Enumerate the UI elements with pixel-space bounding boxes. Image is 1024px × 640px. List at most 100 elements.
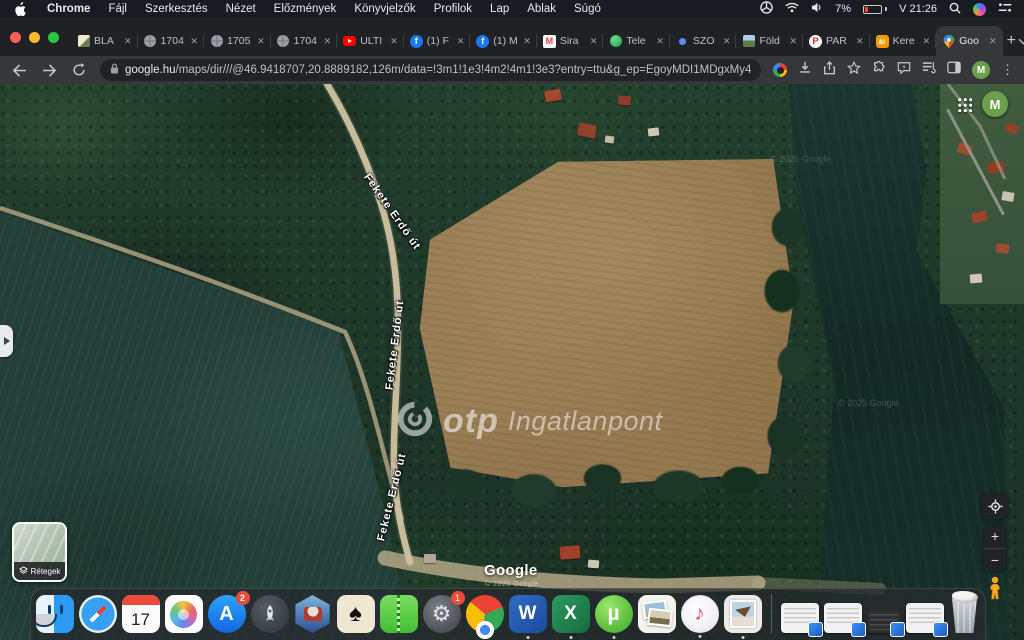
menu-fajl[interactable]: Fájl xyxy=(99,3,136,15)
menu-nezet[interactable]: Nézet xyxy=(217,3,265,15)
side-panel-icon[interactable] xyxy=(947,61,961,79)
menubar-clock[interactable]: V 21:26 xyxy=(899,3,937,15)
minimized-window-2[interactable] xyxy=(824,603,862,633)
extension-chat-icon[interactable] xyxy=(897,61,911,80)
forward-button[interactable] xyxy=(40,61,58,79)
dock-word-icon[interactable]: W xyxy=(509,595,547,633)
tab-gmail[interactable]: M Sira ✕ xyxy=(537,26,604,56)
minimized-window-3[interactable] xyxy=(867,609,901,633)
dock-launchpad-icon[interactable] xyxy=(251,595,289,633)
pegman-icon[interactable] xyxy=(986,576,1004,602)
dock-photos-icon[interactable] xyxy=(165,595,203,633)
tab-facebook-2[interactable]: f (1) M ✕ xyxy=(470,26,537,56)
tab-close-icon[interactable]: ✕ xyxy=(590,37,598,46)
google-apps-grid-icon[interactable] xyxy=(957,97,972,112)
menu-konyvjelzok[interactable]: Könyvjelzők xyxy=(345,3,424,15)
menu-lap[interactable]: Lap xyxy=(481,3,518,15)
dock-calendar-icon[interactable]: 17 xyxy=(122,595,160,633)
address-bar[interactable]: google.hu/maps/dir///@46.9418707,20.8889… xyxy=(100,59,761,81)
spotlight-icon[interactable] xyxy=(949,2,961,17)
tab-fold[interactable]: Föld ✕ xyxy=(736,26,803,56)
tab-facebook-1[interactable]: f (1) F ✕ xyxy=(404,26,471,56)
dock-trash-icon[interactable] xyxy=(949,593,981,633)
trash-paper-art xyxy=(952,591,978,603)
menu-sugo[interactable]: Súgó xyxy=(565,3,610,15)
dock-finder-icon[interactable] xyxy=(36,595,74,633)
control-center-icon[interactable] xyxy=(998,2,1012,16)
dock-excel-icon[interactable]: X xyxy=(552,595,590,633)
tab-search-chevron-icon[interactable] xyxy=(1018,26,1024,56)
layers-button[interactable]: Rétegek xyxy=(12,522,67,582)
tab-szo[interactable]: SZO ✕ xyxy=(670,26,737,56)
map-canvas[interactable]: Fekete Erdő út Fekete Erdő út Fekete Erd… xyxy=(0,84,1024,640)
tab-close-icon[interactable]: ✕ xyxy=(989,37,997,46)
google-account-avatar[interactable]: M xyxy=(982,91,1008,117)
fullscreen-window-button[interactable] xyxy=(48,32,59,43)
menu-profilok[interactable]: Profilok xyxy=(425,3,481,15)
minimize-window-button[interactable] xyxy=(29,32,40,43)
dock-preview-icon[interactable] xyxy=(638,595,676,633)
apple-menu-icon[interactable] xyxy=(14,2,26,16)
dock-spades-game-icon[interactable]: ♠ xyxy=(337,595,375,633)
chrome-menu-icon[interactable]: ⋮ xyxy=(1001,62,1014,78)
zoom-out-button[interactable]: − xyxy=(984,549,1006,572)
minimized-window-4[interactable] xyxy=(906,603,944,633)
back-button[interactable] xyxy=(10,61,28,79)
google-g-icon[interactable] xyxy=(773,63,787,77)
minimized-window-1[interactable] xyxy=(781,603,819,633)
menu-szerkesztes[interactable]: Szerkesztés xyxy=(136,3,217,15)
volume-icon[interactable] xyxy=(811,2,823,16)
tab-close-icon[interactable]: ✕ xyxy=(856,37,864,46)
tab-close-icon[interactable]: ✕ xyxy=(124,37,132,46)
share-icon[interactable] xyxy=(823,61,836,80)
dock-mail-icon[interactable] xyxy=(724,595,762,633)
tab-1704-a[interactable]: 1704 ✕ xyxy=(138,26,205,56)
tab-close-icon[interactable]: ✕ xyxy=(523,37,531,46)
tab-close-icon[interactable]: ✕ xyxy=(257,37,265,46)
dock-boardgame-icon[interactable] xyxy=(294,595,332,633)
house-roof xyxy=(588,560,600,569)
tab-bla[interactable]: BLA ✕ xyxy=(71,26,138,56)
reload-button[interactable] xyxy=(70,61,88,79)
tab-1705[interactable]: 1705 ✕ xyxy=(204,26,271,56)
extensions-puzzle-icon[interactable] xyxy=(872,61,886,80)
reading-list-icon[interactable] xyxy=(922,61,936,79)
tab-google-maps[interactable]: Goo ✕ xyxy=(936,26,1003,56)
dock-settings-icon[interactable]: ⚙1 xyxy=(423,595,461,633)
menu-ablak[interactable]: Ablak xyxy=(518,3,565,15)
tab-close-icon[interactable]: ✕ xyxy=(723,37,731,46)
profile-avatar[interactable]: M xyxy=(972,61,990,79)
dock-unarchiver-icon[interactable] xyxy=(380,595,418,633)
tab-close-icon[interactable]: ✕ xyxy=(789,37,797,46)
tab-youtube[interactable]: ULTI ✕ xyxy=(337,26,404,56)
dock-itunes-icon[interactable]: ♪ xyxy=(681,595,719,633)
tab-close-icon[interactable]: ✕ xyxy=(923,37,931,46)
menu-elozmenyek[interactable]: Előzmények xyxy=(265,3,346,15)
zoom-in-button[interactable]: + xyxy=(984,525,1006,549)
wifi-icon[interactable] xyxy=(785,2,799,16)
siri-icon[interactable] xyxy=(973,3,986,16)
tab-par[interactable]: P PAR ✕ xyxy=(803,26,870,56)
battery-icon[interactable] xyxy=(863,5,887,14)
dock-utorrent-icon[interactable]: µ xyxy=(595,595,633,633)
download-icon[interactable] xyxy=(798,61,812,80)
close-window-button[interactable] xyxy=(10,32,21,43)
app-status-icon[interactable] xyxy=(760,1,773,17)
tab-close-icon[interactable]: ✕ xyxy=(457,37,465,46)
tab-close-icon[interactable]: ✕ xyxy=(191,37,199,46)
dock-safari-icon[interactable] xyxy=(79,595,117,633)
bookmark-star-icon[interactable] xyxy=(847,61,861,80)
new-tab-button[interactable]: + xyxy=(1007,28,1016,54)
dock-chrome-icon[interactable] xyxy=(466,595,504,633)
tab-tele[interactable]: Tele ✕ xyxy=(603,26,670,56)
side-panel-expand-button[interactable] xyxy=(0,325,13,357)
tab-1704-b[interactable]: 1704 ✕ xyxy=(271,26,338,56)
tab-close-icon[interactable]: ✕ xyxy=(656,37,664,46)
tab-kere[interactable]: á! Kere ✕ xyxy=(870,26,937,56)
tab-close-icon[interactable]: ✕ xyxy=(390,37,398,46)
dock-appstore-icon[interactable]: A2 xyxy=(208,595,246,633)
tab-close-icon[interactable]: ✕ xyxy=(324,37,332,46)
my-location-button[interactable] xyxy=(982,493,1008,519)
menubar-app-name[interactable]: Chrome xyxy=(38,3,99,15)
tab-title: 1705 xyxy=(227,35,253,47)
